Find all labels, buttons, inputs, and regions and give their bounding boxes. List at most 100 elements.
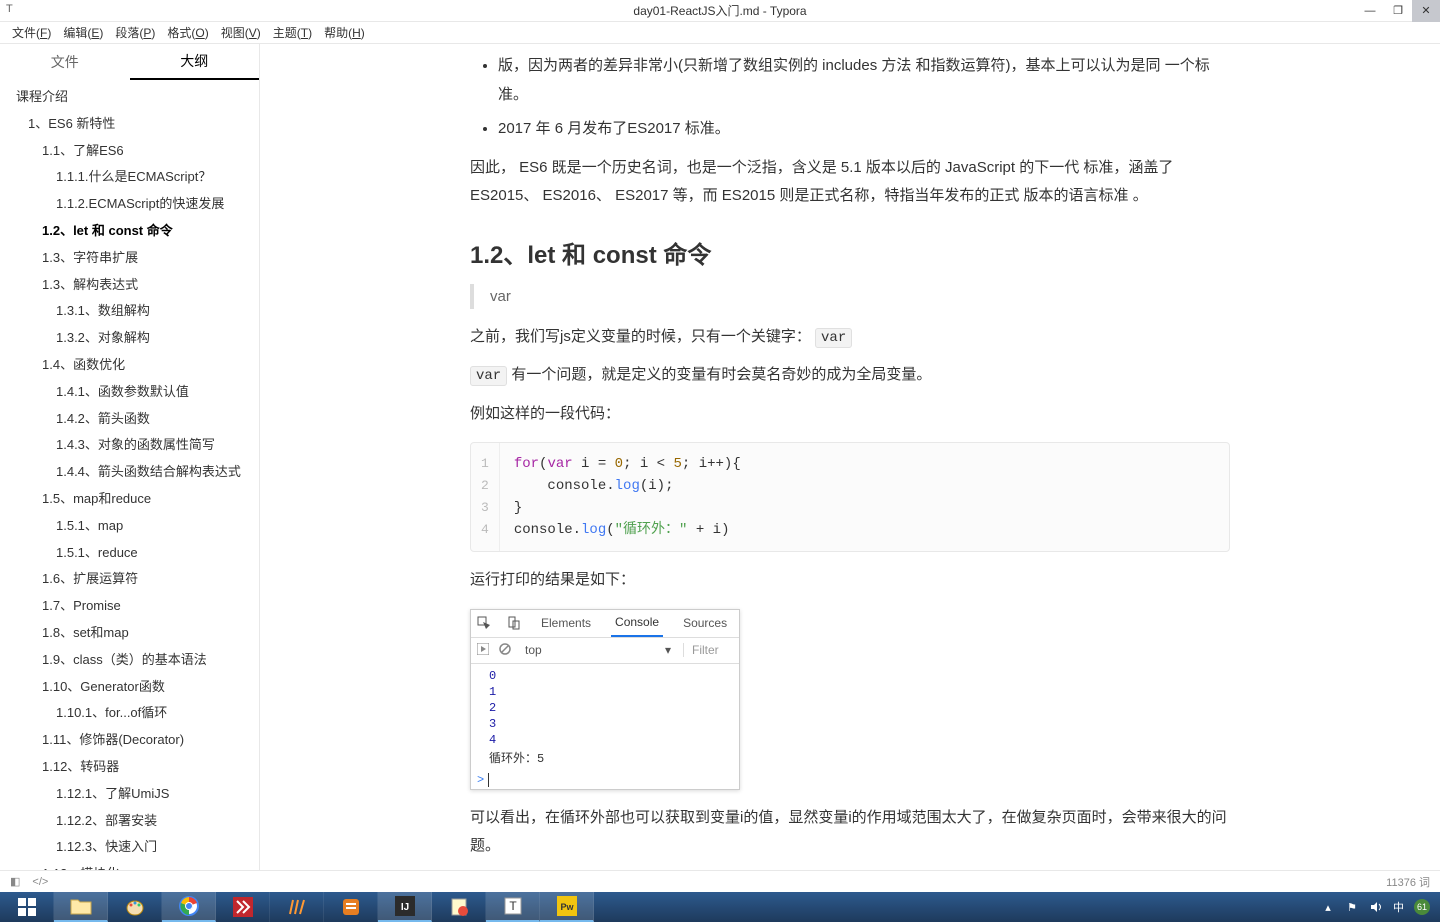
windows-taskbar: IJ T Pw ▴ ⚑ 中 61 <box>0 892 1440 922</box>
outline-item[interactable]: 1.9、class（类）的基本语法 <box>0 647 259 674</box>
menu-h[interactable]: 帮助(H) <box>318 22 371 43</box>
tab-console[interactable]: Console <box>611 609 663 637</box>
filter-input[interactable]: Filter <box>683 643 733 657</box>
source-mode-icon[interactable]: </> <box>32 876 48 888</box>
task-app4[interactable]: Pw <box>540 892 594 922</box>
svg-text:T: T <box>509 899 517 913</box>
context-select[interactable]: top▾ <box>521 643 675 657</box>
outline-item[interactable]: 1.10、Generator函数 <box>0 674 259 701</box>
outline-item[interactable]: 1.10.1、for...of循环 <box>0 700 259 727</box>
outline-item[interactable]: 1.4.1、函数参数默认值 <box>0 379 259 406</box>
outline-item[interactable]: 1.4.3、对象的函数属性简写 <box>0 432 259 459</box>
svg-text:Pw: Pw <box>560 902 574 912</box>
outline-item[interactable]: 1.12、转码器 <box>0 754 259 781</box>
minimize-button[interactable]: — <box>1356 0 1384 22</box>
outline-item[interactable]: 1.4、函数优化 <box>0 352 259 379</box>
task-typora[interactable]: T <box>486 892 540 922</box>
tray-up-icon[interactable]: ▴ <box>1321 900 1335 914</box>
paragraph: 之前，我们写js定义变量的时候，只有一个关键字： var <box>470 323 1230 352</box>
editor-area[interactable]: 版，因为两者的差异非常小(只新增了数组实例的 includes 方法 和指数运算… <box>260 44 1440 870</box>
inline-code: var <box>470 366 507 386</box>
outline-item[interactable]: 1.5、map和reduce <box>0 486 259 513</box>
status-bar: ◧ </> 11376 词 <box>0 870 1440 892</box>
list-item: 2017 年 6 月发布了ES2017 标准。 <box>498 115 1230 144</box>
maximize-button[interactable]: ❐ <box>1384 0 1412 22</box>
code-content: for(var i = 0; i < 5; i++){ console.log(… <box>500 443 1229 551</box>
outline-item[interactable]: 1.12.3、快速入门 <box>0 834 259 861</box>
inline-code: var <box>815 328 852 348</box>
close-button[interactable]: ✕ <box>1412 0 1440 22</box>
blockquote: var <box>470 284 1230 309</box>
outline-item[interactable]: 1.5.1、map <box>0 513 259 540</box>
paragraph: 可以看出，在循环外部也可以获取到变量i的值，显然变量i的作用域范围太大了，在做复… <box>470 804 1230 861</box>
outline-item[interactable]: 课程介绍 <box>0 84 259 111</box>
menu-t[interactable]: 主题(T) <box>267 22 318 43</box>
outline-item[interactable]: 1.8、set和map <box>0 620 259 647</box>
task-explorer[interactable] <box>54 892 108 922</box>
outline-item[interactable]: 1.12.2、部署安装 <box>0 808 259 835</box>
menubar: 文件(F)编辑(E)段落(P)格式(O)视图(V)主题(T)帮助(H) <box>0 22 1440 44</box>
menu-f[interactable]: 文件(F) <box>6 22 57 43</box>
tray-ime[interactable]: 中 <box>1393 899 1404 915</box>
outline-list: 课程介绍1、ES6 新特性1.1、了解ES61.1.1.什么是ECMAScrip… <box>0 80 259 870</box>
outline-item[interactable]: 1.4.4、箭头函数结合解构表达式 <box>0 459 259 486</box>
task-chrome[interactable] <box>162 892 216 922</box>
outline-item[interactable]: 1.13、模块化 <box>0 861 259 870</box>
sidebar-tabs: 文件 大纲 <box>0 44 259 80</box>
sidebar: 文件 大纲 课程介绍1、ES6 新特性1.1、了解ES61.1.1.什么是ECM… <box>0 44 260 870</box>
start-button[interactable] <box>0 892 54 922</box>
tab-files[interactable]: 文件 <box>0 44 130 80</box>
outline-item[interactable]: 1.3、解构表达式 <box>0 272 259 299</box>
code-gutter: 1234 <box>471 443 500 551</box>
inspect-icon <box>477 616 491 630</box>
window-titlebar: T day01-ReactJS入门.md - Typora — ❐ ✕ <box>0 0 1440 22</box>
task-xshell[interactable] <box>216 892 270 922</box>
device-icon <box>507 616 521 630</box>
outline-item[interactable]: 1.12.1、了解UmiJS <box>0 781 259 808</box>
menu-e[interactable]: 编辑(E) <box>57 22 109 43</box>
list-item: 版，因为两者的差异非常小(只新增了数组实例的 includes 方法 和指数运算… <box>498 52 1230 109</box>
code-block: 1234 for(var i = 0; i < 5; i++){ console… <box>470 442 1230 552</box>
outline-item[interactable]: 1.1、了解ES6 <box>0 138 259 165</box>
menu-o[interactable]: 格式(O) <box>161 22 214 43</box>
paragraph: var 有一个问题，就是定义的变量有时会莫名奇妙的成为全局变量。 <box>470 361 1230 390</box>
outline-item[interactable]: 1.7、Promise <box>0 593 259 620</box>
tray-badge[interactable]: 61 <box>1414 899 1430 915</box>
heading-let-const: 1.2、let 和 const 命令 <box>470 235 1230 270</box>
clear-icon <box>499 643 513 657</box>
outline-item[interactable]: 1.1.1.什么是ECMAScript？ <box>0 164 259 191</box>
menu-p[interactable]: 段落(P) <box>109 22 161 43</box>
tab-elements[interactable]: Elements <box>537 609 595 637</box>
play-icon <box>477 643 491 657</box>
outline-item[interactable]: 1.1.2.ECMAScript的快速发展 <box>0 191 259 218</box>
task-app1[interactable] <box>270 892 324 922</box>
tab-outline[interactable]: 大纲 <box>130 44 260 80</box>
word-count[interactable]: 11376 词 <box>1386 874 1430 890</box>
console-prompt[interactable]: > <box>471 771 739 789</box>
outline-item[interactable]: 1.3.1、数组解构 <box>0 298 259 325</box>
tray-volume-icon[interactable] <box>1369 900 1383 914</box>
toggle-sidebar-icon[interactable]: ◧ <box>10 875 20 888</box>
menu-v[interactable]: 视图(V) <box>215 22 267 43</box>
outline-item[interactable]: 1.2、let 和 const 命令 <box>0 218 259 245</box>
task-paint[interactable] <box>108 892 162 922</box>
outline-item[interactable]: 1.4.2、箭头函数 <box>0 406 259 433</box>
task-app3[interactable] <box>432 892 486 922</box>
outline-item[interactable]: 1.3、字符串扩展 <box>0 245 259 272</box>
tab-sources[interactable]: Sources <box>679 609 731 637</box>
system-tray[interactable]: ▴ ⚑ 中 61 <box>1321 899 1440 915</box>
paragraph: 因此， ES6 既是一个历史名词，也是一个泛指，含义是 5.1 版本以后的 Ja… <box>470 154 1230 211</box>
svg-text:IJ: IJ <box>400 902 408 913</box>
outline-item[interactable]: 1.6、扩展运算符 <box>0 566 259 593</box>
paragraph: 运行打印的结果是如下： <box>470 566 1230 595</box>
tray-flag-icon[interactable]: ⚑ <box>1345 900 1359 914</box>
task-intellij[interactable]: IJ <box>378 892 432 922</box>
outline-item[interactable]: 1、ES6 新特性 <box>0 111 259 138</box>
app-icon: T <box>6 3 13 15</box>
outline-item[interactable]: 1.11、修饰器(Decorator) <box>0 727 259 754</box>
task-app2[interactable] <box>324 892 378 922</box>
outline-item[interactable]: 1.5.1、reduce <box>0 540 259 567</box>
console-output: 01234循环外：5 <box>471 664 739 771</box>
outline-item[interactable]: 1.3.2、对象解构 <box>0 325 259 352</box>
devtools-console-image: Elements Console Sources top▾ Filter 012… <box>470 609 740 790</box>
